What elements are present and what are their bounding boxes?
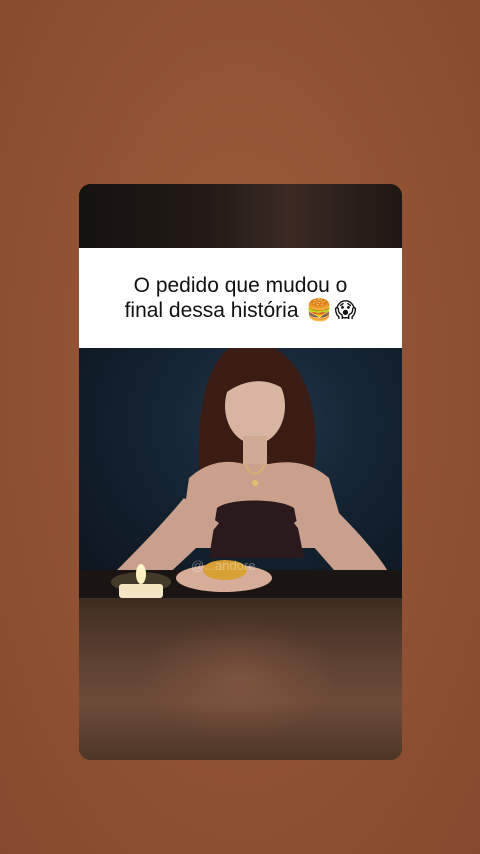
video-frame[interactable]: @...andore <box>79 348 402 598</box>
burger-emoji-icon: 🍔 <box>306 298 333 322</box>
watermark-text: @...andore <box>191 558 256 573</box>
blur-highlight <box>139 618 339 738</box>
caption-box: O pedido que mudou o final dessa históri… <box>79 248 402 348</box>
video-top-blur <box>79 184 402 248</box>
story-card[interactable]: O pedido que mudou o final dessa históri… <box>79 184 402 760</box>
caption-line-2: final dessa história <box>124 299 299 322</box>
caption-line-2-wrap: final dessa história 🍔😱 <box>125 298 357 323</box>
scream-emoji-icon: 😱 <box>334 298 357 322</box>
caption-line-1: O pedido que mudou o <box>133 274 348 297</box>
video-bottom-blur <box>79 598 402 760</box>
